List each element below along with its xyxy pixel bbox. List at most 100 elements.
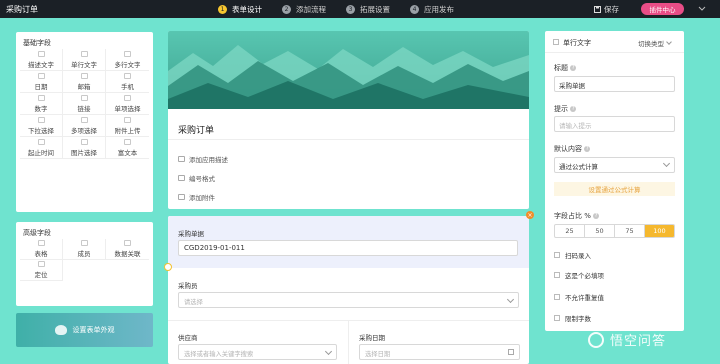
checkbox[interactable] — [554, 272, 560, 278]
set-appearance-button[interactable]: 设置表单外观 — [16, 313, 153, 347]
top-bar: 采购订单 1 表单设计 2 添加流程 3 拓展设置 4 应用发布 保存 插件中心 — [0, 0, 720, 18]
drag-handle-icon[interactable] — [164, 263, 172, 271]
ratio-option-100[interactable]: 100 — [645, 225, 674, 237]
hint-label: 提示 ? — [554, 104, 577, 114]
selected-field-purchase-no[interactable]: 采购单据 CGD2019-01-011 — [168, 216, 529, 268]
basic-field-item[interactable]: 邮箱 — [63, 71, 106, 93]
field-type-icon — [124, 72, 131, 79]
default-content-select[interactable]: 通过公式计算 — [554, 157, 675, 173]
field-type-icon — [80, 138, 88, 145]
option-required[interactable]: 这是个必填项 — [554, 270, 604, 280]
step-number: 1 — [218, 4, 227, 14]
field-type-icon — [80, 94, 88, 101]
field-item-label: 多行文字 — [114, 60, 141, 69]
step-nav: 1 表单设计 2 添加流程 3 拓展设置 4 应用发布 — [218, 0, 474, 18]
buyer-placeholder: 请选择 — [184, 299, 203, 306]
basic-field-item[interactable]: 多行文字 — [106, 49, 149, 71]
ratio-option-75[interactable]: 75 — [615, 225, 645, 237]
basic-fields-panel: 基础字段 描述文字 单行文字 多行文字 日期 邮箱 手机 数字 链接 单项选择 下拉选择 多项选择 附… — [16, 32, 153, 212]
step-label: 拓展设置 — [360, 4, 390, 14]
field-type-icon — [80, 240, 88, 246]
delete-field-icon[interactable]: × — [526, 211, 534, 219]
option-limit-chars[interactable]: 限制字数 — [554, 313, 591, 323]
option-no-duplicate[interactable]: 不允许重复值 — [554, 292, 604, 302]
attachment-icon — [178, 194, 185, 200]
field-label: 供应商 — [178, 334, 198, 342]
properties-header: 单行文字 切换类型 — [545, 31, 684, 53]
advanced-field-item[interactable]: 成员 — [63, 239, 106, 260]
chevron-down-icon — [662, 159, 671, 168]
add-attachment-link[interactable]: 添加附件 — [178, 192, 215, 202]
step-extend-settings[interactable]: 3 拓展设置 — [346, 0, 390, 18]
calendar-icon — [508, 349, 514, 355]
basic-field-item[interactable]: 日期 — [20, 71, 63, 93]
comment-icon — [178, 156, 185, 162]
purchase-no-input[interactable]: CGD2019-01-011 — [178, 240, 518, 256]
buyer-select[interactable]: 请选择 — [178, 292, 519, 308]
help-icon[interactable]: ? — [570, 65, 577, 71]
basic-field-item[interactable]: 多项选择 — [63, 115, 106, 137]
number-format-link[interactable]: 编号格式 — [178, 173, 215, 183]
field-label: 采购员 — [178, 282, 198, 290]
field-type-icon — [124, 50, 131, 57]
basic-field-item[interactable]: 图片选择 — [63, 137, 106, 159]
advanced-field-item[interactable]: 定位 — [20, 260, 63, 281]
basic-field-item[interactable]: 描述文字 — [20, 49, 63, 71]
plugin-center-button[interactable]: 插件中心 — [641, 3, 684, 15]
option-label: 限制字数 — [565, 315, 591, 323]
step-publish[interactable]: 4 应用发布 — [410, 0, 454, 18]
switch-type-dropdown[interactable]: 切换类型 — [638, 38, 672, 48]
basic-field-item[interactable]: 附件上传 — [106, 115, 149, 137]
add-description-link[interactable]: 添加应用描述 — [178, 154, 228, 164]
ratio-option-50[interactable]: 50 — [585, 225, 615, 237]
help-icon[interactable]: ? — [570, 106, 577, 112]
date-placeholder: 选择日期 — [365, 351, 391, 358]
save-button[interactable]: 保存 — [594, 4, 619, 15]
checkbox[interactable] — [554, 294, 560, 300]
basic-field-item[interactable]: 数字 — [20, 93, 63, 115]
set-formula-button[interactable]: 设置通过公式计算 — [554, 182, 675, 196]
link-label: 添加附件 — [189, 194, 215, 202]
step-add-flow[interactable]: 2 添加流程 — [282, 0, 326, 18]
hint-input[interactable]: 请输入提示 — [554, 116, 675, 132]
hint-label-text: 提示 — [554, 105, 568, 113]
basic-field-item[interactable]: 单项选择 — [106, 93, 149, 115]
title-input[interactable]: 采购单据 — [554, 76, 675, 92]
basic-field-item[interactable]: 富文本 — [106, 137, 149, 159]
help-icon[interactable]: ? — [584, 146, 591, 152]
mountain-banner-image — [168, 45, 529, 109]
default-label-text: 默认内容 — [554, 145, 582, 153]
field-item-label: 数字 — [34, 104, 48, 113]
purchase-date-picker[interactable]: 选择日期 — [359, 344, 520, 360]
option-scan-input[interactable]: 扫码录入 — [554, 250, 591, 260]
basic-field-item[interactable]: 手机 — [106, 71, 149, 93]
watermark-logo-icon — [588, 331, 604, 348]
field-type-icon — [37, 116, 45, 123]
field-item-label: 定位 — [34, 271, 48, 279]
chevron-down-icon[interactable] — [698, 4, 708, 14]
step-form-design[interactable]: 1 表单设计 — [218, 0, 262, 18]
help-icon[interactable]: ? — [593, 213, 600, 219]
watermark-text: 悟空问答 — [610, 334, 667, 349]
basic-field-item[interactable]: 起止时间 — [20, 137, 63, 159]
advanced-field-item[interactable]: 表格 — [20, 239, 63, 260]
basic-field-item[interactable]: 单行文字 — [63, 49, 106, 71]
number-icon — [178, 175, 185, 181]
field-type-icon — [37, 50, 45, 57]
option-label: 不允许重复值 — [565, 294, 604, 302]
link-label: 添加应用描述 — [189, 156, 228, 164]
field-type-icon — [37, 138, 45, 145]
basic-field-item[interactable]: 链接 — [63, 93, 106, 115]
checkbox[interactable] — [554, 252, 560, 258]
form-header: 采购订单 添加应用描述 编号格式 添加附件 — [168, 31, 529, 209]
field-type-icon — [80, 116, 88, 123]
advanced-field-item[interactable]: 数据关联 — [106, 239, 149, 260]
ratio-option-25[interactable]: 25 — [555, 225, 585, 237]
field-item-label: 手机 — [121, 82, 134, 91]
default-content-value: 通过公式计算 — [559, 163, 598, 171]
supplier-select[interactable]: 选择或者输入关键字搜索 — [178, 344, 337, 360]
field-item-label: 下拉选择 — [28, 126, 54, 135]
checkbox[interactable] — [554, 315, 560, 321]
divider — [348, 320, 349, 364]
basic-field-item[interactable]: 下拉选择 — [20, 115, 63, 137]
